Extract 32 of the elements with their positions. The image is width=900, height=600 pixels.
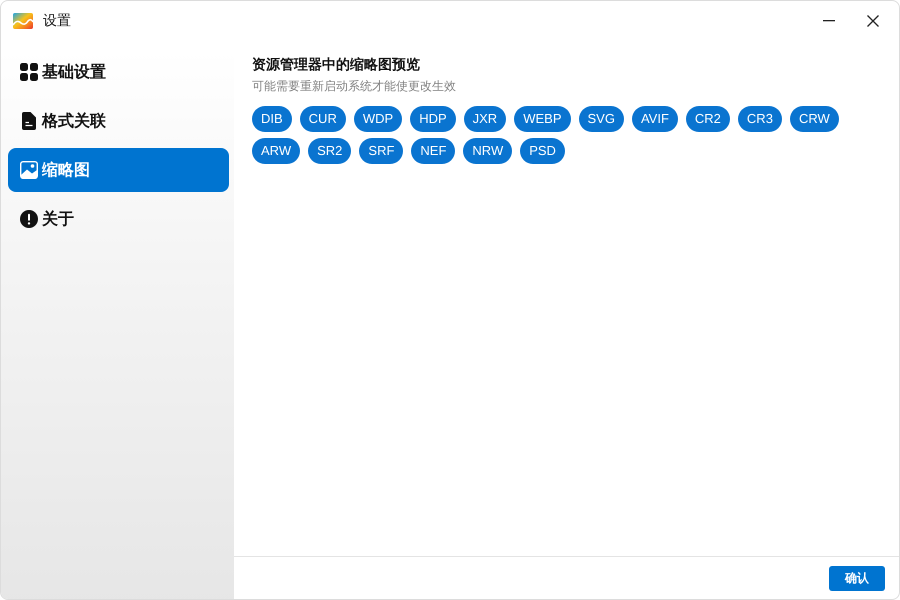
format-tag: SVG bbox=[578, 106, 624, 132]
format-tag: CR3 bbox=[738, 106, 782, 132]
grid-icon bbox=[20, 63, 38, 81]
format-tag: DIB bbox=[252, 106, 292, 132]
image-icon bbox=[20, 161, 38, 179]
close-icon[interactable] bbox=[867, 14, 879, 26]
format-tag: JXR bbox=[464, 106, 506, 132]
format-tag: HDP bbox=[410, 106, 456, 132]
format-tag: PSD bbox=[520, 138, 565, 164]
window-title: 设置 bbox=[43, 12, 71, 30]
format-tag: SRF bbox=[359, 138, 404, 164]
format-tag: AVIF bbox=[632, 106, 678, 132]
format-tag: NEF bbox=[411, 138, 456, 164]
sidebar-item[interactable]: 基础设置 bbox=[8, 50, 229, 94]
format-tag: NRW bbox=[463, 138, 512, 164]
sidebar-item[interactable]: 关于 bbox=[8, 197, 229, 241]
format-tag: CUR bbox=[300, 106, 346, 132]
section-title: 资源管理器中的缩略图预览 bbox=[252, 55, 421, 73]
format-tag: SR2 bbox=[308, 138, 352, 164]
confirm-button[interactable]: 确认 bbox=[829, 566, 885, 590]
document-icon bbox=[22, 112, 36, 130]
sidebar-item[interactable]: 缩略图 bbox=[8, 148, 229, 192]
format-tag: CRW bbox=[790, 106, 839, 132]
section-hint: 可能需要重新启动系统才能使更改生效 bbox=[252, 78, 457, 94]
format-tag: WEBP bbox=[514, 106, 570, 132]
sidebar-item[interactable]: 格式关联 bbox=[8, 99, 229, 143]
format-tag: WDP bbox=[354, 106, 402, 132]
minimize-icon[interactable] bbox=[823, 20, 835, 22]
format-tag: CR2 bbox=[686, 106, 730, 132]
exclamation-icon bbox=[20, 210, 38, 228]
app-logo-icon bbox=[13, 12, 33, 28]
format-tag: ARW bbox=[252, 138, 300, 164]
